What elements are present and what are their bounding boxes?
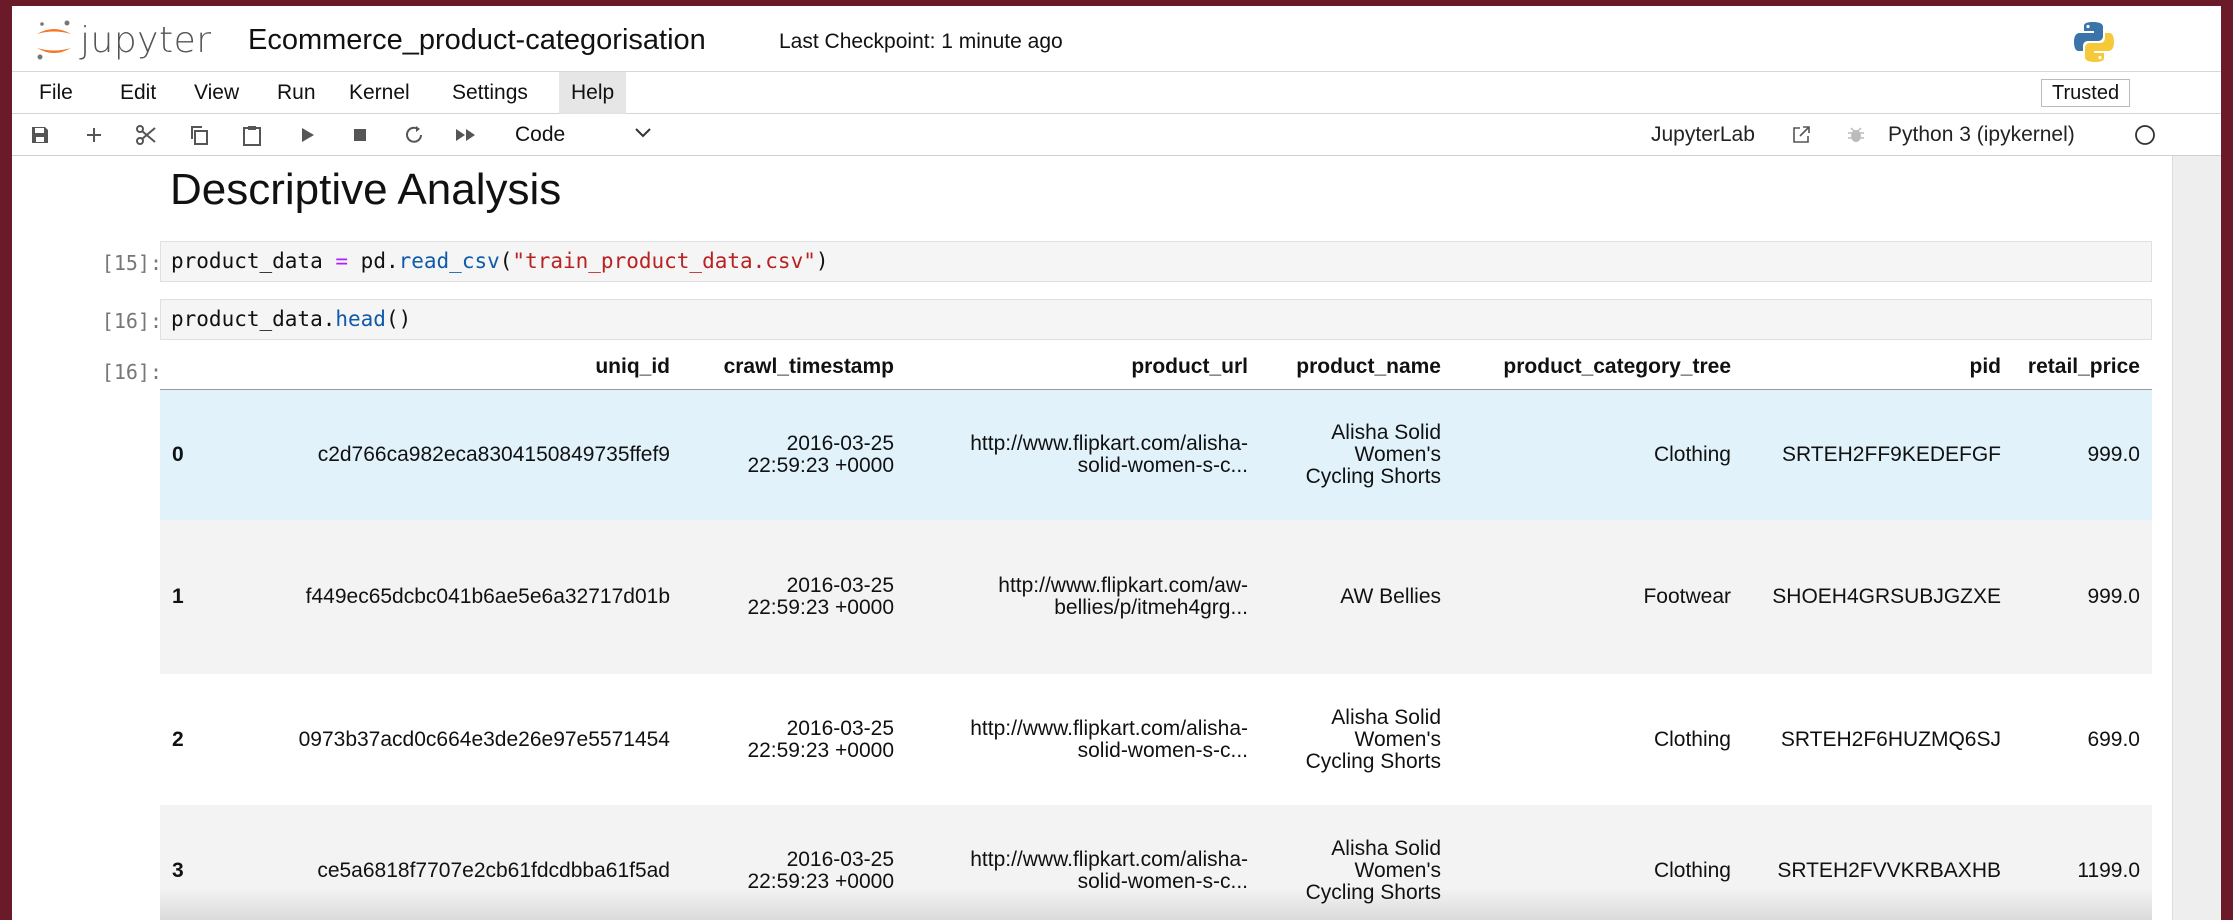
add-cell-icon[interactable] [82,123,106,147]
cell-uniq-id: f449ec65dcbc041b6ae5e6a32717d01b [305,585,670,608]
row-index: 1 [172,585,184,608]
cell-crawl-timestamp: 2016-03-25 22:59:23 +0000 [747,431,894,477]
kernel-status-icon [2133,123,2157,147]
menu-bar: File Edit View Run Kernel Settings Help … [12,72,2221,114]
cell-product-url: http://www.flipkart.com/alisha-solid-wom… [970,716,1248,762]
run-icon[interactable] [295,123,319,147]
copy-icon[interactable] [187,123,211,147]
cell-category: Clothing [1653,442,1731,466]
cell-uniq-id: c2d766ca982eca8304150849735ffef9 [317,442,670,466]
menu-file[interactable]: File [27,72,85,114]
fast-forward-icon[interactable] [454,123,478,147]
table-row: 0 c2d766ca982eca8304150849735ffef9 2016-… [160,389,2152,520]
table-row: 2 0973b37acd0c664e3de26e97e5571454 2016-… [160,674,2152,805]
cell-retail-price: 999.0 [2087,442,2140,466]
jupyterlab-link[interactable]: JupyterLab [1651,123,1755,147]
kernel-name[interactable]: Python 3 (ipykernel) [1888,123,2075,147]
paste-icon[interactable] [240,123,264,147]
jupyter-logo[interactable]: jupyter [34,18,212,62]
menu-run[interactable]: Run [265,72,328,114]
debugger-bug-icon[interactable] [1844,123,1868,147]
column-header: uniq_id [198,346,682,390]
dataframe-output: uniq_id crawl_timestamp product_url prod… [160,346,2152,920]
cell-prompt: [15]: [101,251,162,275]
row-index: 0 [172,442,184,466]
cell-type-select[interactable]: Code [515,123,565,147]
scroll-shadow [160,888,2152,920]
column-header [160,346,198,390]
row-index: 2 [172,727,184,751]
cell-retail-price: 699.0 [2087,727,2140,751]
menu-edit[interactable]: Edit [108,72,168,114]
notebook-panel: Descriptive Analysis [15]: product_data … [12,156,2172,920]
cell-product-url: http://www.flipkart.com/alisha-solid-wom… [970,431,1248,477]
cell-product-name: Alisha SolidWomen'sCycling Shorts [1305,705,1441,773]
menu-settings[interactable]: Settings [440,72,540,114]
code-cell-head[interactable]: product_data.head() [160,299,2152,340]
cell-prompt: [16]: [101,309,162,333]
column-header: retail_price [2013,346,2152,390]
cell-product-url: http://www.flipkart.com/aw-bellies/p/itm… [998,574,1248,619]
cell-crawl-timestamp: 2016-03-25 22:59:23 +0000 [747,574,894,619]
cell-uniq-id: 0973b37acd0c664e3de26e97e5571454 [298,727,670,751]
python-logo-icon [2072,20,2116,69]
output-prompt: [16]: [101,360,162,384]
jupyter-logo-icon [37,20,71,60]
chevron-down-icon[interactable] [634,126,652,145]
trusted-indicator[interactable]: Trusted [2041,79,2131,107]
menu-kernel[interactable]: Kernel [337,72,422,114]
column-header: product_name [1260,346,1453,390]
menu-view[interactable]: View [182,72,251,114]
save-icon[interactable] [28,123,52,147]
cell-pid: SRTEH2F6HUZMQ6SJ [1780,727,2001,751]
markdown-heading: Descriptive Analysis [170,165,562,214]
cell-crawl-timestamp: 2016-03-25 22:59:23 +0000 [747,716,894,762]
code-cell-read-csv[interactable]: product_data = pd.read_csv("train_produc… [160,241,2152,282]
logo-text: jupyter [80,19,212,61]
external-link-icon[interactable] [1789,123,1813,147]
cell-product-name: Alisha SolidWomen'sCycling Shorts [1305,420,1441,488]
notebook-toolbar: Code JupyterLab Python 3 (ipykernel) [12,114,2221,156]
stop-icon[interactable] [348,123,372,147]
column-header: product_category_tree [1453,346,1743,390]
cell-pid: SHOEH4GRSUBJGZXE [1772,585,2001,608]
top-header: jupyter Ecommerce_product-categorisation… [12,6,2221,72]
checkpoint-status: Last Checkpoint: 1 minute ago [779,30,1063,53]
menu-help[interactable]: Help [559,72,627,114]
jupyter-window: jupyter Ecommerce_product-categorisation… [12,6,2221,920]
cell-product-name: AW Bellies [1340,585,1441,608]
cell-retail-price: 999.0 [2087,585,2140,608]
right-scroll-area[interactable] [2172,156,2221,920]
column-header: pid [1743,346,2013,390]
table-header-row: uniq_id crawl_timestamp product_url prod… [160,346,2152,390]
notebook-title[interactable]: Ecommerce_product-categorisation [248,24,706,57]
cell-category: Footwear [1643,585,1731,608]
table-row: 1 f449ec65dcbc041b6ae5e6a32717d01b 2016-… [160,520,2152,674]
column-header: product_url [906,346,1260,390]
cell-category: Clothing [1653,727,1731,751]
restart-icon[interactable] [402,123,426,147]
column-header: crawl_timestamp [682,346,906,390]
cell-pid: SRTEH2FF9KEDEFGF [1782,442,2001,466]
cut-icon[interactable] [134,123,158,147]
